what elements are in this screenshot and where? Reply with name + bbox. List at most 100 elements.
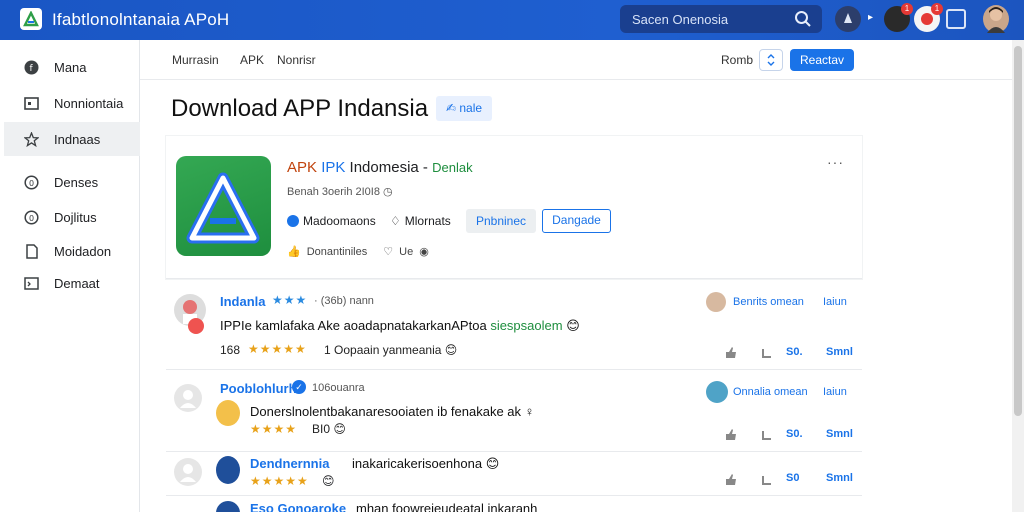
arrow-icon: ▸ (868, 12, 874, 23)
footer-label: Donantiniles (306, 245, 368, 258)
sidebar-item-label: Nonniontaia (54, 96, 124, 111)
app-switcher-icon[interactable] (946, 9, 966, 29)
reviewer-name[interactable]: Pooblohlurh (220, 381, 297, 396)
thumbs-up-icon[interactable] (724, 472, 738, 486)
sort-button[interactable] (759, 49, 783, 71)
reply-action[interactable]: Iaiun (823, 296, 847, 308)
pin-icon: ♀ (524, 404, 535, 419)
smile-emoji-icon: 😊 (333, 422, 346, 436)
sidebar-item-moidadon[interactable]: Moidadon (4, 234, 140, 268)
reviewer-name[interactable]: Eso Gonoaroke (250, 501, 346, 512)
sidebar-item-indnaas[interactable]: Indnaas (4, 122, 140, 156)
stat-label[interactable]: Smnl (826, 472, 853, 484)
clock-icon: 0 (24, 175, 39, 190)
review-subtext-label: BI0 (312, 422, 331, 436)
page-title: Download APP Indansia (171, 95, 429, 122)
app-meta: Benah 3oerih 2I0I8 ◷ (287, 185, 393, 198)
sidebar-item-label: Moidadon (54, 244, 112, 259)
svg-text:0: 0 (29, 214, 34, 223)
app-secondary[interactable]: ♢ Mlornats (390, 214, 451, 228)
thumbs-up-icon[interactable] (724, 427, 738, 441)
review-body: IPPIe kamlafaka Ake aoadapnatakarkanAPto… (220, 318, 487, 333)
user-avatar[interactable] (983, 5, 1009, 33)
subnav-right-text[interactable]: Romb (721, 53, 753, 67)
subnav-link-murrasin[interactable]: Murrasin (172, 53, 219, 67)
app-card: APK IPK Indomesia - Denlak Benah 3oerih … (166, 136, 862, 279)
thumbs-up-icon[interactable]: 👍 (287, 245, 301, 258)
reply-user[interactable]: Onnalia omean (733, 386, 808, 398)
messages-icon[interactable]: 1 (914, 3, 943, 32)
app-name-part: Denlak (432, 160, 473, 175)
review-subtext: 1 Oopaain yanmeania 😊 (324, 343, 457, 357)
rating-count: 168 (220, 343, 241, 357)
stat-label[interactable]: Smnl (826, 346, 853, 358)
scrollbar[interactable] (1012, 40, 1024, 512)
star-icon (23, 131, 40, 148)
footer-heart-label: Ue (399, 245, 414, 258)
app-logo-icon[interactable] (20, 8, 42, 30)
window-icon (24, 96, 39, 111)
sidebar-item-dojlitus[interactable]: 0 Dojlitus (4, 200, 140, 234)
subnav-link-apk[interactable]: APK (240, 53, 264, 67)
share-icon[interactable]: ◉ (419, 245, 429, 258)
primary-action-button[interactable]: Reactav (790, 49, 854, 71)
review-item: Eso Gonoaroke mhan foowreieudeatal inkar… (166, 498, 862, 512)
review-subtext-label: 1 Oopaain yanmeania (324, 343, 442, 357)
reply-user[interactable]: Benrits omean (733, 296, 804, 308)
thumbs-up-icon[interactable] (724, 345, 738, 359)
search-icon[interactable] (794, 10, 812, 33)
time-icon: ◷ (383, 186, 393, 198)
subnav-link-nonrisr[interactable]: Nonrisr (277, 53, 316, 67)
stat-value: S0. (786, 428, 803, 440)
reviewer-name[interactable]: Dendnernnia (250, 456, 329, 471)
app-name-part: Indomesia (349, 159, 419, 176)
avatar (216, 400, 240, 426)
review-text: Donerslnolentbakanaresooiaten ib fenakak… (250, 404, 534, 419)
sidebar-item-mana[interactable]: f Mana (4, 50, 140, 84)
title-chip[interactable]: ✍ nale (436, 96, 492, 121)
avatar (174, 384, 202, 412)
message-badge: 1 (931, 3, 943, 15)
sidebar-item-denses[interactable]: 0 Denses (4, 165, 140, 199)
info-icon: f (24, 60, 39, 75)
more-options-icon[interactable]: ··· (827, 154, 844, 170)
comment-icon: ♢ (390, 214, 401, 228)
avatar (174, 458, 202, 486)
reply-action[interactable]: Iaiun (823, 386, 847, 398)
app-secondary-label: Mlornats (404, 214, 451, 228)
sidebar-item-demaat[interactable]: Demaat (4, 266, 140, 300)
app-name-part: IPK (321, 159, 346, 176)
review-time: 106ouanra (312, 382, 365, 394)
app-meta-text: Benah 3oerih 2I0I8 (287, 186, 380, 198)
review-time: · (36b) nann (314, 295, 374, 307)
sidebar-item-nonniontaia[interactable]: Nonniontaia (4, 86, 140, 120)
review-item: Indanla ★★★ · (36b) nann IPPIe kamlafaka… (166, 280, 862, 370)
heart-icon[interactable]: ♡ (383, 245, 393, 258)
app-card-footer: 👍 Donantiniles ♡ Ue ◉ (287, 245, 429, 259)
secondary-button[interactable]: Pnbninec (466, 209, 536, 233)
reply-icon[interactable] (760, 427, 774, 441)
sidebar-item-label: Indnaas (54, 132, 101, 147)
reply-icon[interactable] (760, 345, 774, 359)
app-store-icon (176, 156, 271, 256)
review-highlight: siespsaolem (490, 318, 563, 333)
app-name: APK IPK Indomesia - Denlak (287, 159, 473, 176)
chip-label: nale (459, 101, 483, 115)
search-bar[interactable]: Sacen Onenosia (620, 5, 822, 33)
reviewer-name[interactable]: Indanla (220, 294, 266, 309)
review-subtext: BI0 😊 (312, 422, 346, 436)
download-button[interactable]: Dangade (542, 209, 611, 233)
search-input[interactable]: Sacen Onenosia (632, 12, 728, 27)
sidebar-item-label: Denses (54, 175, 99, 190)
review-text: IPPIe kamlafaka Ake aoadapnatakarkanAPto… (220, 318, 580, 334)
reply-icon[interactable] (760, 472, 774, 486)
rocket-icon[interactable] (835, 6, 861, 32)
app-tag[interactable]: Madoomaons (287, 214, 376, 228)
scrollbar-thumb[interactable] (1014, 46, 1022, 416)
svg-text:0: 0 (29, 179, 34, 188)
main-content: Murrasin APK Nonrisr Romb Reactav Downlo… (140, 40, 1012, 512)
avatar (216, 501, 240, 512)
notification-badge: 1 (901, 3, 913, 15)
notifications-icon[interactable]: 1 (884, 3, 913, 32)
stat-label[interactable]: Smnl (826, 428, 853, 440)
